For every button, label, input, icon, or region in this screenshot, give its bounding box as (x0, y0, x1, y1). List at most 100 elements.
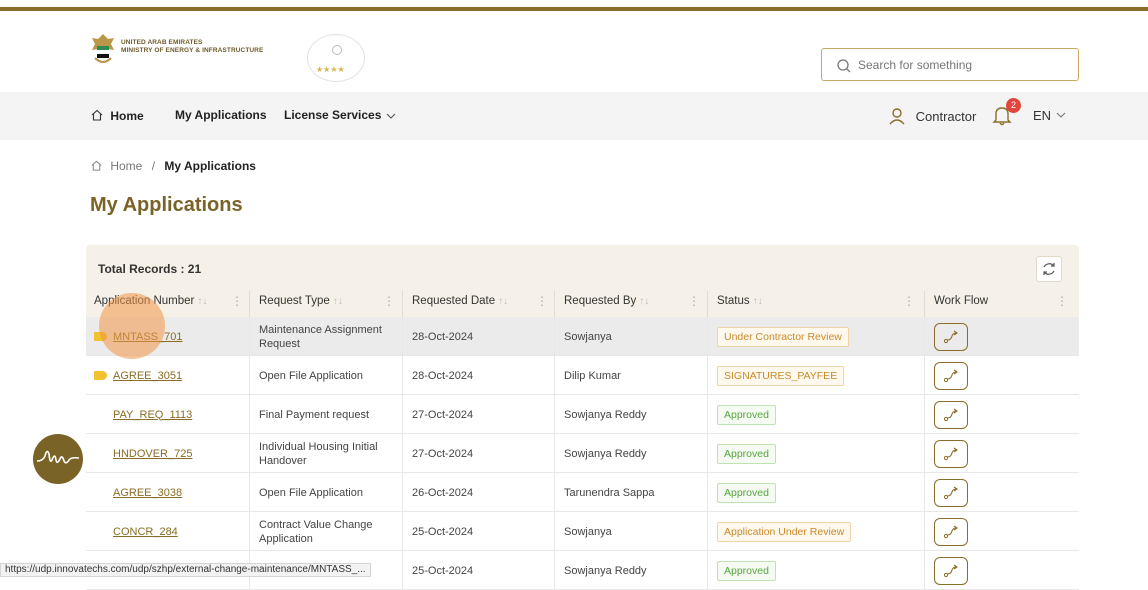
search-icon (837, 59, 851, 73)
requested-date-text: 25-Oct-2024 (412, 525, 474, 538)
cell-status: Application Under Review (717, 512, 917, 551)
column-menu-icon[interactable]: ⋮ (1056, 291, 1068, 311)
cell-divider (924, 473, 925, 512)
cell-requested-by: Sowjanya (564, 317, 704, 356)
application-number-link[interactable]: AGREE_3038 (113, 487, 182, 499)
cell-status: Approved (717, 551, 917, 590)
uae-emblem-icon (92, 34, 114, 63)
cell-divider (249, 434, 250, 473)
search-input[interactable]: Search for something (821, 48, 1079, 81)
column-menu-icon[interactable]: ⋮ (231, 291, 243, 311)
workflow-button[interactable] (934, 556, 968, 585)
requested-date-text: 28-Oct-2024 (412, 369, 474, 382)
home-icon[interactable] (90, 159, 103, 172)
requested-date-text: 25-Oct-2024 (412, 564, 474, 577)
column-menu-icon[interactable]: ⋮ (383, 291, 395, 311)
status-badge: SIGNATURES_PAYFEE (717, 365, 845, 386)
requested-date-text: 27-Oct-2024 (412, 447, 474, 460)
cell-work-flow (934, 395, 1074, 434)
column-divider (249, 291, 250, 317)
home-icon (91, 109, 103, 121)
col-status[interactable]: Status ↑↓ ⋮ (717, 291, 917, 317)
cell-request-type: Open File Application (259, 473, 399, 512)
column-divider (554, 291, 555, 317)
workflow-button[interactable] (934, 478, 968, 507)
application-number-link[interactable]: PAY_REQ_1113 (113, 409, 192, 421)
col-request-type-label: Request Type (259, 295, 330, 307)
col-request-type[interactable]: Request Type ↑↓ ⋮ (259, 291, 399, 317)
column-headers: Application Number↑↓ ⋮ Request Type↑↓ ⋮ … (86, 291, 1079, 317)
main-nav: Home My Applications License Services Co… (0, 92, 1148, 140)
table-row[interactable]: AGREE_3051 Open File Application 28-Oct-20… (86, 356, 1079, 395)
table-row[interactable]: PAY_REQ_1113 Final Payment request 27-Oct-… (86, 395, 1079, 434)
requested-by-text: Sowjanya Reddy (564, 408, 647, 421)
refresh-icon (1043, 263, 1055, 275)
application-number-link[interactable]: CONCR_284 (113, 526, 178, 538)
cell-divider (924, 512, 925, 551)
cell-divider (707, 356, 708, 395)
sort-icon[interactable]: ↑↓ (197, 296, 207, 307)
refresh-button[interactable] (1036, 256, 1062, 282)
table-row[interactable]: AGREE_3038 Open File Application 26-Oct-20… (86, 473, 1079, 512)
org-line-1: UNITED ARAB EMIRATES (121, 39, 203, 46)
workflow-button[interactable] (934, 361, 968, 390)
chevron-down-icon (1056, 112, 1066, 118)
workflow-icon (943, 369, 958, 382)
cell-requested-date: 28-Oct-2024 (412, 356, 552, 395)
application-number-link[interactable]: AGREE_3051 (113, 370, 182, 382)
user-menu[interactable]: Contractor (888, 107, 976, 125)
col-work-flow: Work Flow ⋮ (934, 291, 1074, 317)
table-row[interactable]: MNTASS_701Maintenance Assignment Request… (86, 317, 1079, 356)
requested-by-text: Sowjanya (564, 525, 612, 538)
cell-requested-date: 25-Oct-2024 (412, 512, 552, 551)
col-requested-date[interactable]: Requested Date ↑↓ ⋮ (412, 291, 552, 317)
cell-requested-date: 26-Oct-2024 (412, 473, 552, 512)
column-menu-icon[interactable]: ⋮ (688, 291, 700, 311)
workflow-button[interactable] (934, 439, 968, 468)
table-header: Total Records : 21 Application Number↑↓ … (86, 245, 1079, 317)
status-badge: Approved (717, 560, 776, 581)
cell-app-number: PAY_REQ_1113 (94, 395, 244, 434)
flag-icon (94, 371, 107, 380)
col-requested-by[interactable]: Requested By ↑↓ ⋮ (564, 291, 704, 317)
column-menu-icon[interactable]: ⋮ (536, 291, 548, 311)
table-row[interactable]: HNDOVER_725 Individual Housing Initial Ha… (86, 434, 1079, 473)
col-requested-date-label: Requested Date (412, 295, 496, 307)
nav-license-services[interactable]: License Services (284, 108, 397, 122)
workflow-icon (943, 330, 958, 343)
cell-divider (707, 395, 708, 434)
sort-icon[interactable]: ↑↓ (333, 296, 343, 307)
nav-home-label: Home (110, 109, 144, 123)
language-selector[interactable]: EN (1033, 108, 1067, 123)
status-badge: Under Contractor Review (717, 326, 849, 347)
sort-icon[interactable]: ↑↓ (498, 296, 508, 307)
column-menu-icon[interactable]: ⋮ (903, 291, 915, 311)
workflow-button[interactable] (934, 517, 968, 546)
nav-my-applications[interactable]: My Applications (175, 108, 267, 122)
nav-home[interactable]: Home (90, 108, 144, 123)
cell-work-flow (934, 317, 1074, 356)
assistant-launcher-button[interactable] (33, 434, 83, 484)
application-number-link[interactable]: HNDOVER_725 (113, 448, 192, 460)
browser-status-url: https://udp.innovatechs.com/udp/szhp/ext… (0, 563, 371, 577)
workflow-button[interactable] (934, 322, 968, 351)
cell-work-flow (934, 512, 1074, 551)
cell-divider (554, 512, 555, 551)
request-type-text: Individual Housing Initial Handover (259, 440, 378, 467)
user-icon (889, 108, 905, 125)
cell-divider (707, 551, 708, 590)
request-type-text: Final Payment request (259, 408, 370, 421)
cell-request-type: Open File Application (259, 356, 399, 395)
requested-date-text: 26-Oct-2024 (412, 486, 474, 499)
workflow-icon (943, 447, 958, 460)
cell-divider (402, 434, 403, 473)
cell-divider (707, 434, 708, 473)
org-line-2: MINISTRY OF ENERGY & INFRASTRUCTURE (121, 47, 264, 54)
table-row[interactable]: CONCR_284 Contract Value Change Applicati… (86, 512, 1079, 551)
cell-divider (707, 317, 708, 356)
sort-icon[interactable]: ↑↓ (753, 296, 763, 307)
breadcrumb-home[interactable]: Home (110, 159, 142, 173)
sort-icon[interactable]: ↑↓ (639, 296, 649, 307)
request-type-text: Contract Value Change Application (259, 518, 373, 545)
workflow-button[interactable] (934, 400, 968, 429)
